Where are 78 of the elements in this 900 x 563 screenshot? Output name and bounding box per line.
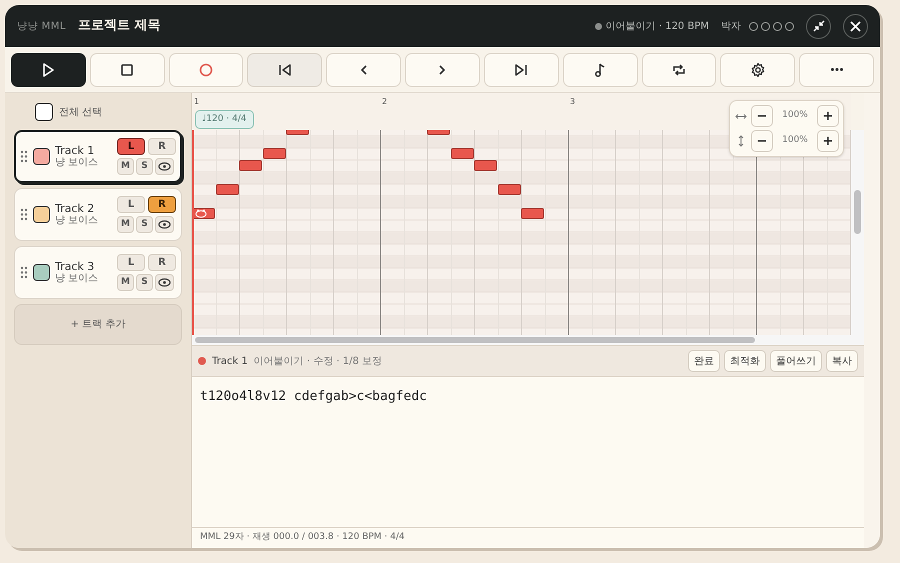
loop-icon <box>670 62 687 78</box>
measure-number: 3 <box>570 96 576 108</box>
track-voice: 냥 보이스 <box>55 158 100 168</box>
solo-button[interactable]: S <box>136 274 153 291</box>
pan-right-button[interactable]: R <box>148 254 176 271</box>
editor-info: 이어붙이기 · 수정 · 1/8 보정 <box>254 354 382 368</box>
vertical-scrollbar[interactable] <box>851 130 864 335</box>
drag-handle-icon[interactable] <box>20 150 28 163</box>
editor-button[interactable]: 최적화 <box>724 350 766 372</box>
track-name: Track 1 <box>55 145 96 156</box>
close-button[interactable] <box>843 14 868 38</box>
mute-button[interactable]: M <box>117 158 134 175</box>
track-card[interactable]: Track 2 냥 보이스 L R M S <box>14 188 182 241</box>
track-color-swatch[interactable] <box>33 148 50 165</box>
pan-left-button[interactable]: L <box>117 138 145 155</box>
mml-code[interactable]: t120o4l8v12 cdefgab>c<bagfedc <box>200 387 856 406</box>
zoom-value: 100% <box>781 134 809 148</box>
editor-button[interactable]: 복사 <box>826 350 858 372</box>
editor-button[interactable]: 완료 <box>688 350 720 372</box>
track-color-swatch[interactable] <box>33 264 50 281</box>
stop-icon <box>119 62 136 78</box>
toolbar-button[interactable] <box>11 52 86 86</box>
skip-back-icon <box>276 62 293 78</box>
footer-status: MML 29자 · 재생 000.0 / 003.8 · 120 BPM · 4/4 <box>200 531 405 544</box>
pan-right-button[interactable]: R <box>148 196 176 213</box>
tempo-badge: ♩120 · 4/4 <box>195 110 254 129</box>
visibility-button[interactable] <box>155 216 174 233</box>
beat-label: 박자 <box>721 20 741 34</box>
solo-button[interactable]: S <box>136 158 153 175</box>
settings-icon <box>750 62 766 78</box>
measure-number: 1 <box>194 96 200 108</box>
collapse-button[interactable] <box>806 14 831 38</box>
eye-icon <box>158 278 171 287</box>
editor-track-name: Track 1 <box>212 354 248 368</box>
cat-icon <box>195 209 207 218</box>
pan-right-button[interactable]: R <box>148 138 176 155</box>
project-title: 프로젝트 제목 <box>78 17 161 36</box>
solo-button[interactable]: S <box>136 216 153 233</box>
app-name: 냥냥 MML <box>17 20 66 34</box>
track-card[interactable]: Track 1 냥 보이스 L R M S <box>14 130 182 183</box>
eye-icon <box>158 220 171 229</box>
eye-icon <box>158 162 171 171</box>
note-block[interactable] <box>192 208 215 219</box>
select-all-label: 전체 선택 <box>59 106 102 120</box>
track-color-swatch[interactable] <box>33 206 50 223</box>
play-icon <box>40 62 56 78</box>
visibility-button[interactable] <box>155 274 174 291</box>
mute-button[interactable]: M <box>117 216 134 233</box>
collapse-icon <box>812 20 824 32</box>
track-name: Track 2 <box>55 203 96 214</box>
track-name: Track 3 <box>55 261 96 272</box>
pan-left-button[interactable]: L <box>117 196 145 213</box>
track-card[interactable]: Track 3 냥 보이스 L R M S <box>14 246 182 299</box>
more-icon <box>830 68 843 71</box>
pan-left-button[interactable]: L <box>117 254 145 271</box>
mute-button[interactable]: M <box>117 274 134 291</box>
visibility-button[interactable] <box>155 158 174 175</box>
zoom-out-button[interactable]: − <box>751 105 773 127</box>
scroll-thumb[interactable] <box>195 337 755 343</box>
add-track-button[interactable]: + 트랙 추가 <box>14 304 182 345</box>
editor-button[interactable]: 풀어쓰기 <box>770 350 822 372</box>
drag-handle-icon[interactable] <box>20 208 28 221</box>
drag-handle-icon[interactable] <box>20 266 28 279</box>
horizontal-resize-icon <box>734 112 746 120</box>
scroll-thumb[interactable] <box>854 190 861 234</box>
horizontal-scrollbar[interactable] <box>192 335 864 345</box>
skip-forward-icon <box>513 62 530 78</box>
measure-number: 2 <box>382 96 388 108</box>
record-icon <box>198 62 214 78</box>
zoom-value: 100% <box>781 109 809 122</box>
zoom-in-button[interactable]: + <box>817 105 839 127</box>
zoom-out-button[interactable]: − <box>751 130 773 152</box>
zoom-in-button[interactable]: + <box>817 130 839 152</box>
status-text: 이어붙이기 · 120 BPM <box>606 20 709 34</box>
track-voice: 냥 보이스 <box>55 274 100 284</box>
track-voice: 냥 보이스 <box>55 216 100 226</box>
close-icon <box>850 20 861 32</box>
select-all-checkbox[interactable] <box>35 103 53 121</box>
